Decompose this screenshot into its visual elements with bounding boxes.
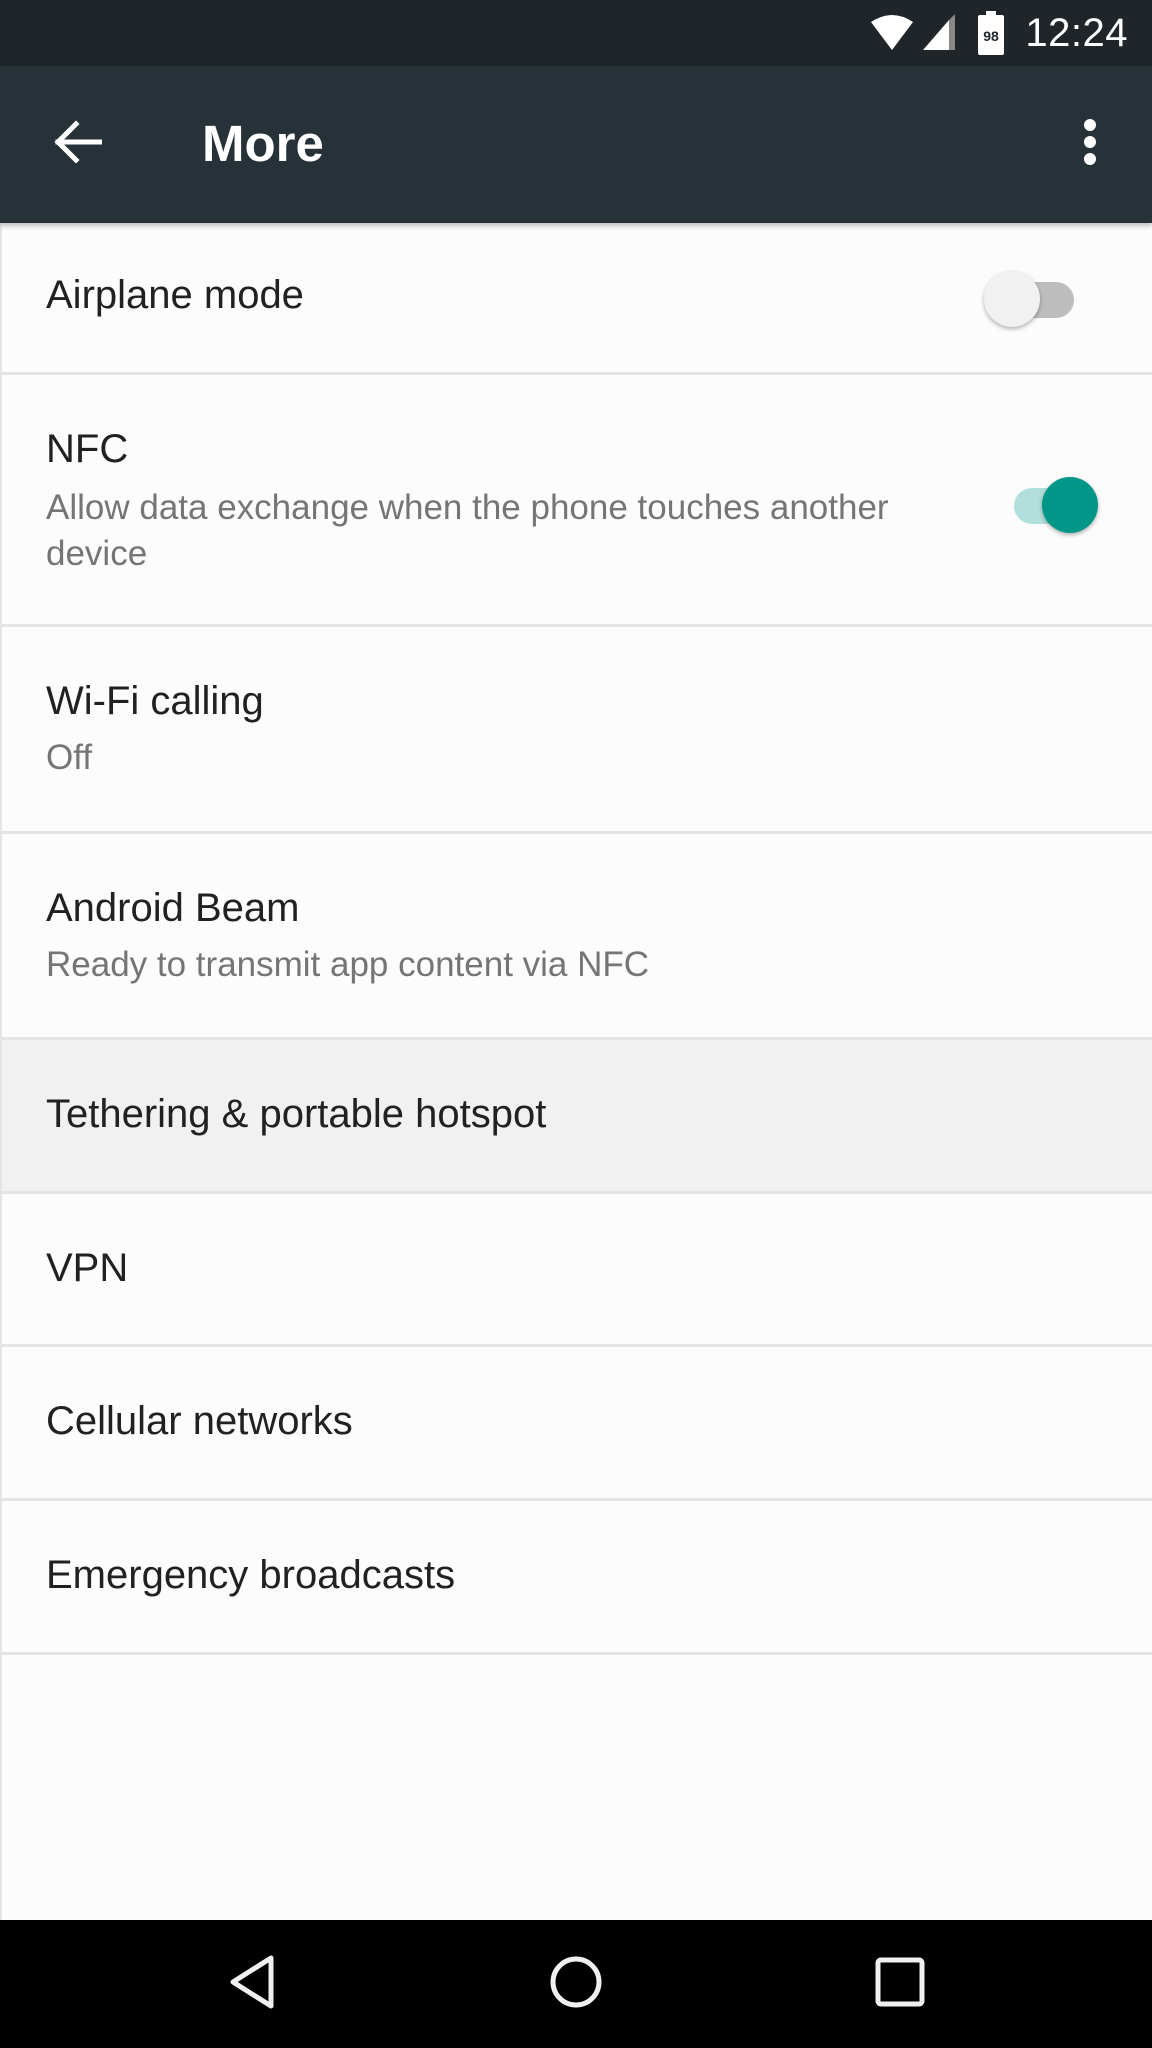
airplane-mode-toggle[interactable] (984, 268, 1080, 328)
more-vertical-icon (1083, 118, 1097, 171)
cell-signal-icon (921, 14, 957, 52)
setting-summary: Ready to transmit app content via NFC (46, 945, 650, 984)
setting-android-beam[interactable]: Android Beam Ready to transmit app conte… (2, 834, 1152, 1040)
setting-title: Airplane mode (46, 273, 304, 317)
toggle-thumb (984, 271, 1040, 327)
setting-nfc[interactable]: NFC Allow data exchange when the phone t… (2, 375, 1152, 627)
battery-icon: 98 (977, 11, 1005, 55)
setting-wifi-calling[interactable]: Wi-Fi calling Off (2, 627, 1152, 834)
nav-home-button[interactable] (521, 1944, 631, 2024)
setting-summary: Allow data exchange when the phone touch… (46, 488, 889, 573)
setting-title: NFC (46, 427, 129, 471)
setting-title: Android Beam (46, 886, 300, 930)
battery-level: 98 (984, 28, 1000, 44)
status-bar: 98 12:24 (0, 0, 1152, 66)
setting-title: Wi-Fi calling (46, 679, 264, 723)
nav-back-button[interactable] (198, 1944, 308, 2024)
status-icons: 98 12:24 (869, 0, 1128, 66)
setting-emergency-broadcasts[interactable]: Emergency broadcasts (2, 1501, 1152, 1655)
status-time: 12:24 (1025, 10, 1128, 55)
setting-vpn[interactable]: VPN (2, 1194, 1152, 1347)
setting-title: Emergency broadcasts (46, 1553, 456, 1597)
wifi-icon (869, 14, 915, 52)
nav-recents-button[interactable] (845, 1944, 955, 2024)
back-triangle-icon (229, 1954, 277, 2015)
page-title: More (202, 115, 324, 172)
setting-title: VPN (46, 1246, 129, 1290)
back-button[interactable] (40, 106, 116, 182)
setting-cellular-networks[interactable]: Cellular networks (2, 1347, 1152, 1501)
recents-square-icon (875, 1957, 925, 2012)
home-circle-icon (548, 1954, 604, 2015)
toolbar: More (0, 66, 1152, 223)
arrow-left-icon (54, 119, 103, 169)
toggle-thumb (1042, 477, 1098, 533)
nfc-toggle[interactable] (1002, 474, 1098, 534)
settings-list: Airplane mode NFC Allow data exchange wh… (0, 223, 1152, 1920)
setting-title: Cellular networks (46, 1399, 353, 1443)
setting-airplane-mode[interactable]: Airplane mode (2, 223, 1152, 375)
setting-title: Tethering & portable hotspot (46, 1092, 547, 1136)
setting-summary: Off (46, 738, 93, 777)
setting-tethering-hotspot[interactable]: Tethering & portable hotspot (2, 1040, 1152, 1194)
overflow-menu-button[interactable] (1054, 106, 1126, 182)
navigation-bar (0, 1920, 1152, 2048)
list-empty-space (2, 1655, 1152, 1920)
